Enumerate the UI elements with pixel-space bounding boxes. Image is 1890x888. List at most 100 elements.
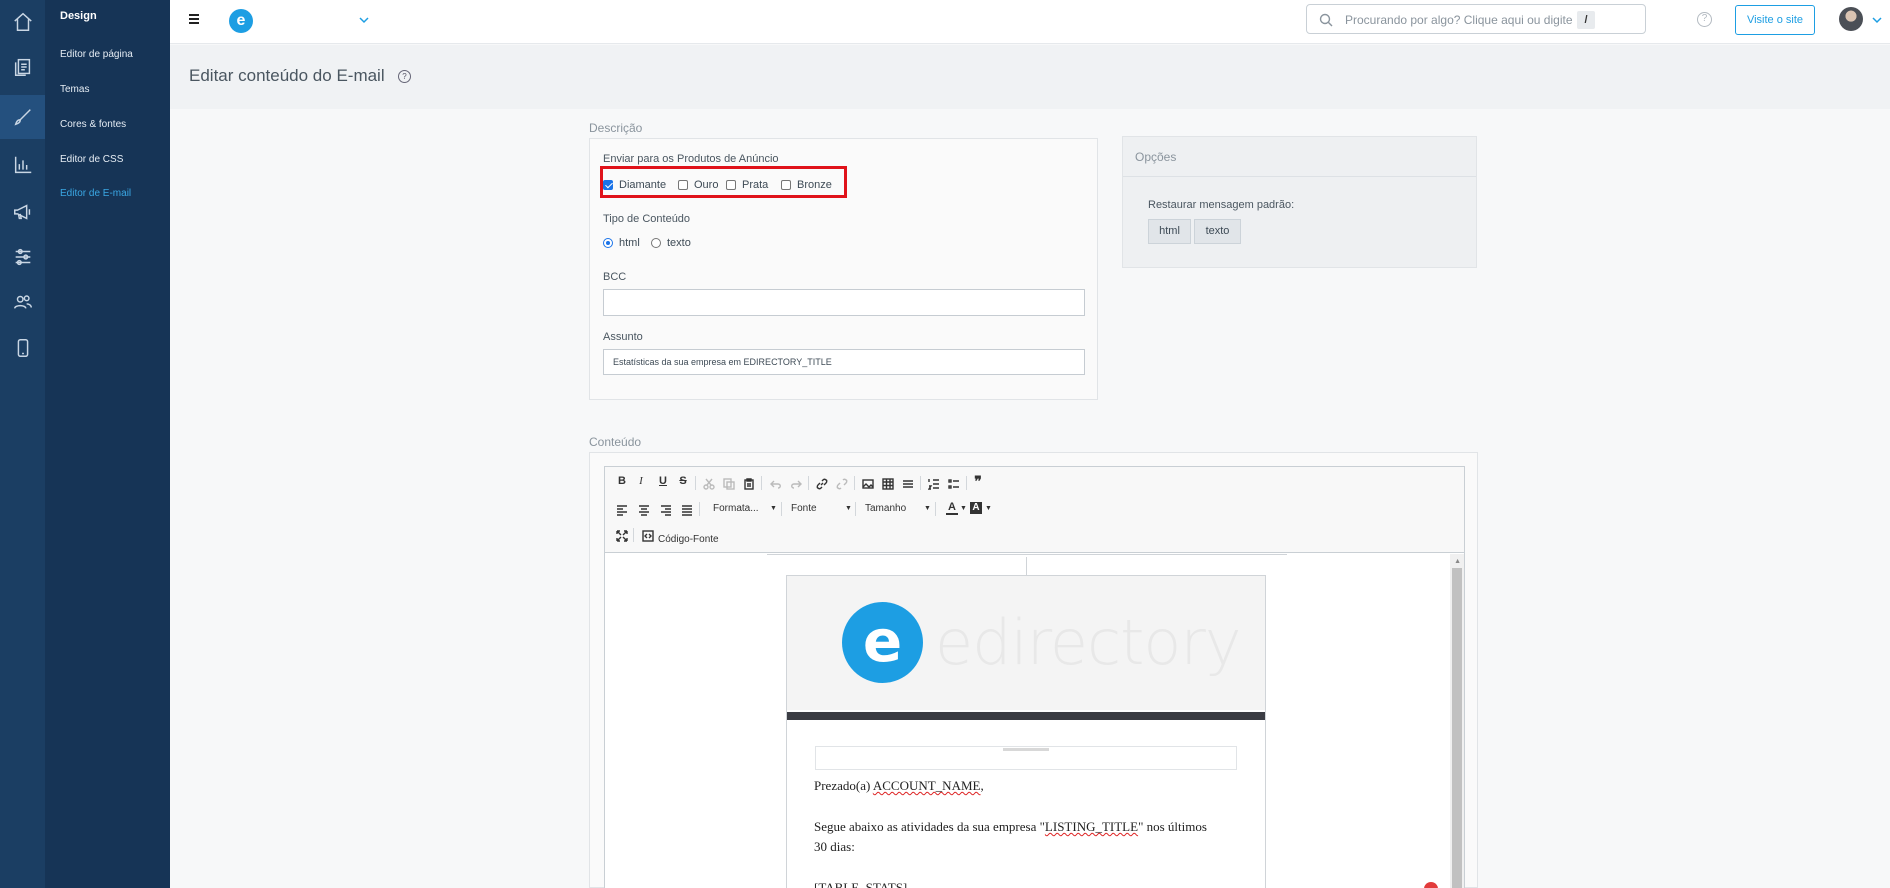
restore-html-button[interactable]: html	[1148, 219, 1191, 244]
redo-icon[interactable]	[790, 477, 802, 489]
icon-rail	[0, 0, 45, 888]
checkbox-prata[interactable]: Prata	[726, 179, 768, 191]
checkbox-label: Diamante	[619, 179, 667, 191]
align-left-icon[interactable]	[616, 503, 628, 516]
checkbox-ouro[interactable]: Ouro	[678, 179, 718, 191]
description-section-label: Descrição	[589, 121, 643, 135]
background-color-button[interactable]: A	[970, 502, 982, 514]
hamburger-icon[interactable]	[189, 14, 199, 26]
search-input[interactable]: Procurando por algo? Clique aqui ou digi…	[1306, 4, 1646, 34]
greeting-suffix: ,	[980, 778, 984, 793]
rich-text-editor: B I U S ❞ Formata... ▼ Fonte ▼ Tamanho ▼…	[604, 466, 1465, 888]
visit-site-button[interactable]: Visite o site	[1735, 5, 1815, 35]
email-body-line-2[interactable]: 30 dias:	[814, 837, 855, 857]
subnav-item-themes[interactable]: Temas	[60, 84, 89, 95]
email-header-bar	[787, 712, 1265, 720]
format-dropdown[interactable]: Formata...	[713, 503, 759, 514]
options-panel: Opções Restaurar mensagem padrão: html t…	[1122, 136, 1477, 268]
chevron-down-icon[interactable]: ▼	[770, 505, 777, 512]
bcc-field[interactable]	[603, 289, 1085, 316]
chevron-down-icon[interactable]: ▼	[924, 505, 931, 512]
sliders-icon[interactable]	[0, 235, 45, 279]
chevron-down-icon[interactable]: ▼	[985, 505, 992, 512]
brush-icon[interactable]	[0, 95, 45, 139]
greeting-prefix: Prezado(a)	[814, 778, 873, 793]
maximize-icon[interactable]	[616, 529, 628, 542]
template-guide	[767, 554, 1287, 557]
source-code-icon[interactable]	[642, 529, 654, 542]
subnav-header: Design	[60, 10, 97, 22]
page-header: Editar conteúdo do E-mail ?	[170, 45, 1890, 109]
chevron-down-icon[interactable]	[357, 13, 371, 27]
restore-texto-button[interactable]: texto	[1194, 219, 1241, 244]
design-subnav: Design Editor de página Temas Cores & fo…	[45, 0, 170, 888]
source-code-button[interactable]: Código-Fonte	[658, 534, 719, 545]
subject-field[interactable]: Estatísticas da sua empresa em EDIRECTOR…	[603, 349, 1085, 375]
email-body-line-1[interactable]: Segue abaixo as atividades da sua empres…	[814, 817, 1207, 837]
unlink-icon[interactable]	[836, 477, 848, 490]
subject-label: Assunto	[603, 331, 643, 343]
line1-prefix: Segue abaixo as atividades da sua empres…	[814, 819, 1045, 834]
radio-html[interactable]: html	[603, 237, 640, 249]
table-icon[interactable]	[882, 477, 894, 490]
underline-button[interactable]: U	[657, 475, 669, 487]
scroll-up-arrow[interactable]: ▲	[1454, 558, 1461, 565]
radio-button[interactable]	[603, 238, 613, 248]
checkbox-box[interactable]	[726, 180, 736, 190]
chevron-down-icon[interactable]	[1870, 13, 1884, 27]
cut-icon[interactable]	[703, 477, 715, 490]
radio-button[interactable]	[651, 238, 661, 248]
font-dropdown[interactable]: Fonte	[791, 503, 817, 514]
undo-icon[interactable]	[770, 477, 782, 489]
help-icon[interactable]: ?	[1697, 12, 1712, 27]
email-greeting[interactable]: Prezado(a) ACCOUNT_NAME,	[814, 776, 984, 796]
copy-icon[interactable]	[723, 477, 735, 490]
italic-button[interactable]: I	[635, 475, 647, 487]
strike-button[interactable]: S	[677, 475, 689, 487]
link-icon[interactable]	[816, 477, 828, 490]
users-icon[interactable]	[0, 280, 45, 324]
avatar[interactable]	[1839, 7, 1863, 31]
chevron-down-icon[interactable]: ▼	[960, 505, 967, 512]
subnav-item-page-editor[interactable]: Editor de página	[60, 49, 133, 60]
checkbox-diamante[interactable]: Diamante	[603, 179, 666, 191]
checkbox-box[interactable]	[603, 180, 613, 190]
subnav-item-colors-fonts[interactable]: Cores & fontes	[60, 119, 126, 130]
editor-scrollbar[interactable]: ▲	[1450, 554, 1464, 888]
editor-toolbar: B I U S ❞ Formata... ▼ Fonte ▼ Tamanho ▼…	[605, 467, 1464, 553]
checkbox-box[interactable]	[678, 180, 688, 190]
send-to-label: Enviar para os Produtos de Anúncio	[603, 153, 779, 165]
paste-icon[interactable]	[743, 477, 755, 490]
size-dropdown[interactable]: Tamanho	[865, 503, 906, 514]
megaphone-icon[interactable]	[0, 190, 45, 234]
blockquote-button[interactable]: ❞	[971, 473, 985, 490]
checkbox-label: Bronze	[797, 179, 832, 191]
logo-icon[interactable]: e	[229, 9, 253, 33]
bold-button[interactable]: B	[616, 475, 628, 487]
chart-icon[interactable]	[0, 143, 45, 187]
home-icon[interactable]	[0, 0, 45, 44]
numbered-list-icon[interactable]	[927, 477, 940, 490]
image-icon[interactable]	[862, 477, 874, 489]
email-table-stats[interactable]: [TABLE_STATS]	[814, 878, 907, 888]
pages-icon[interactable]	[0, 45, 45, 89]
checkbox-bronze[interactable]: Bronze	[781, 179, 832, 191]
scrollbar-thumb[interactable]	[1452, 568, 1462, 888]
checkbox-box[interactable]	[781, 180, 791, 190]
help-icon[interactable]: ?	[398, 70, 411, 83]
top-bar: e Procurando por algo? Clique aqui ou di…	[170, 0, 1890, 44]
align-center-icon[interactable]	[638, 503, 650, 516]
bulleted-list-icon[interactable]	[948, 477, 960, 489]
subnav-item-email-editor[interactable]: Editor de E-mail	[60, 188, 131, 199]
align-justify-icon[interactable]	[681, 503, 693, 516]
mobile-icon[interactable]	[0, 326, 45, 370]
radio-texto[interactable]: texto	[651, 237, 691, 249]
editor-content-area[interactable]: e edirectory Prezado(a) ACCOUNT_NAME, Se…	[605, 554, 1464, 888]
align-right-icon[interactable]	[660, 503, 672, 516]
horizontal-line-icon[interactable]	[902, 477, 914, 489]
subnav-item-css-editor[interactable]: Editor de CSS	[60, 154, 123, 165]
options-title: Opções	[1123, 137, 1476, 177]
radio-label: html	[619, 237, 640, 249]
chevron-down-icon[interactable]: ▼	[845, 505, 852, 512]
font-color-button[interactable]: A	[946, 501, 958, 515]
